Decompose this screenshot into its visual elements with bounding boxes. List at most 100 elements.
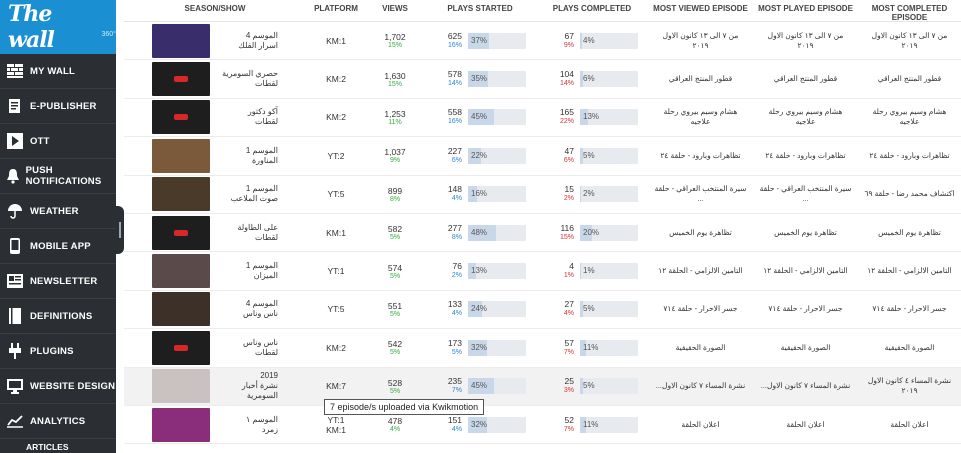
show-thumbnail[interactable] [152,292,210,327]
sidebar-item-analytics[interactable]: ANALYTICS [0,404,116,439]
most-viewed-episode[interactable]: التامين الالزامي - الحلقة ١٢ [648,266,753,276]
show-thumbnail[interactable] [152,177,210,212]
header-most-viewed-episode[interactable]: MOST VIEWED EPISODE [648,0,753,21]
cell-platform: KM:7 [306,381,366,391]
most-played-episode[interactable]: جسر الاحرار - حلقة ٧١٤ [753,304,858,314]
analytics-table: SEASON/SHOW PLATFORM VIEWS PLAYS STARTED… [124,0,961,453]
table-row[interactable]: الموسم 1 صوت الملاعب YT:5 899 8% 148 4% 16% 15 2%… [124,176,961,214]
table-row[interactable]: الموسم 1 المناورة YT:2 1,037 9% 227 6% 22% 47 6% 5… [124,137,961,176]
most-played-episode[interactable]: الصورة الحقيقية [753,343,858,353]
most-played-episode[interactable]: سيرة المنتخب العراقي - حلقة ... [753,184,858,204]
most-viewed-episode[interactable]: جسر الاحرار - حلقة ٧١٤ [648,304,753,314]
header-platform[interactable]: PLATFORM [306,0,366,21]
plays-completed-bar-label: 5% [583,150,595,160]
sidebar-subitem-articles[interactable]: ARTICLES [0,439,116,453]
most-played-episode[interactable]: من ٧ الى ١٣ كانون الاول ٢٠١٩ [753,31,858,51]
plays-completed-bar: 1% [580,263,638,280]
table-row[interactable]: الموسم 4 ناس وناس YT:5 551 5% 133 4% 24% 27 4% 5% ج… [124,291,961,330]
monitor-icon [0,378,30,394]
show-thumbnail[interactable] [152,330,210,365]
sidebar-item-e-publisher[interactable]: E-PUBLISHER [0,89,116,124]
show-thumbnail[interactable] [152,100,210,135]
most-completed-episode[interactable]: قطور المنتج العراقي [858,74,961,84]
most-played-episode[interactable]: اعلان الحلقة [753,420,858,430]
header-season-show[interactable]: SEASON/SHOW [124,0,306,21]
show-name-line: الموسم 4 [245,30,278,40]
most-viewed-episode[interactable]: قطور المنتج العراقي [648,74,753,84]
sidebar-item-definitions[interactable]: DEFINITIONS [0,299,116,334]
table-row[interactable]: ناس وناس لقطات KM:2 542 5% 173 5% 32% 57 7% 11% الص… [124,329,961,368]
plays-started-bar: 45% [468,378,526,395]
header-most-played-episode[interactable]: MOST PLAYED EPISODE [753,0,858,21]
sidebar-item-my-wall[interactable]: MY WALL [0,54,116,89]
header-most-completed-episode[interactable]: MOST COMPLETED EPISODE [858,0,961,22]
show-thumbnail[interactable] [152,254,210,289]
plays-completed-count: 27 [564,299,574,310]
most-played-episode[interactable]: هشام وسيم بيروي رحلة علاجيه [753,107,858,127]
sidebar-item-website-design[interactable]: WEBSITE DESIGN [0,369,116,404]
most-viewed-episode[interactable]: نشرة المساء ٧ كانون الاول... [648,381,753,391]
plays-completed-percent: 4% [563,310,574,318]
most-played-episode[interactable]: تظاهرات وبارود - حلقة ٢٤ [753,151,858,161]
table-row[interactable]: الموسم 4 اسرار الفلك KM:1 1,702 15% 625 16% 37%… [124,22,961,61]
most-played-episode[interactable]: التامين الالزامي - الحلقة ١٢ [753,266,858,276]
most-played-episode[interactable]: قطور المنتج العراقي [753,74,858,84]
table-row[interactable]: الموسم 1 الميزان YT:1 574 5% 76 2% 13% 4 1% 1% التا… [124,252,961,291]
most-viewed-episode[interactable]: تظاهرات وبارود - حلقة ٢٤ [648,151,753,161]
most-completed-episode[interactable]: من ٧ الى ١٣ كانون الاول ٢٠١٩ [858,31,961,51]
show-thumbnail[interactable] [152,407,210,442]
show-thumbnail[interactable] [152,215,210,250]
show-name: 2019 نشرة أخبار السومرية [216,371,278,401]
most-completed-episode[interactable]: تظاهرة يوم الخميس [858,228,961,238]
show-thumbnail[interactable] [152,23,210,58]
channel-logo-icon [174,114,188,121]
header-plays-completed[interactable]: PLAYS COMPLETED [536,0,648,21]
logo[interactable]: The wall 360° [0,0,116,54]
sidebar-item-weather[interactable]: WEATHER [0,194,116,229]
sidebar-item-label: NEWSLETTER [30,275,98,287]
most-viewed-episode[interactable]: سيرة المنتخب العراقي - حلقة ... [648,184,753,204]
sidebar-item-plugins[interactable]: PLUGINS [0,334,116,369]
most-viewed-episode[interactable]: الصورة الحقيقية [648,343,753,353]
show-name-line: الموسم 1 [245,184,278,194]
sidebar-item-mobile-app[interactable]: MOBILE APP [0,229,116,264]
most-viewed-episode[interactable]: هشام وسيم بيروي رحلة علاجيه [648,107,753,127]
most-completed-episode[interactable]: هشام وسيم بيروي رحلة علاجيه [858,107,961,127]
plays-completed-bar-label: 5% [583,381,595,391]
table-row[interactable]: آكو دكتور لقطات KM:2 1,253 11% 558 16% 45% 165 22… [124,99,961,138]
plays-completed-bar-fill [580,263,581,280]
show-thumbnail[interactable] [152,62,210,97]
plays-completed-bar: 5% [580,301,638,318]
most-viewed-episode[interactable]: من ٧ الى ١٣ كانون الاول ٢٠١٩ [648,31,753,51]
table-row[interactable]: حصري السومرية لقطات KM:2 1,630 15% 578 14% 35% 1… [124,60,961,99]
table-row[interactable]: الموسم ١ زمرد YT:1 KM:1 478 4% 151 4% 32% 52 7% 11%… [124,406,961,445]
most-completed-episode[interactable]: نشرة المساء ٤ كانون الاول ٢٠١٩ [858,376,961,396]
sidebar-item-label: E-PUBLISHER [30,100,97,112]
most-played-episode[interactable]: نشرة المساء ٧ كانون الاول... [753,381,858,391]
sidebar-item-ott[interactable]: OTT [0,124,116,159]
plays-completed-numbers: 25 3% [536,376,580,396]
platform-value: YT:1 [327,266,345,277]
plays-started-bar-label: 45% [471,112,488,122]
sidebar-collapse-handle[interactable] [116,206,124,254]
most-completed-episode[interactable]: تظاهرات وبارود - حلقة ٢٤ [858,151,961,161]
table-row[interactable]: 2019 نشرة أخبار السومرية KM:7 528 5% 235 7% 45% 2… [124,367,961,406]
table-row[interactable]: على الطاولة لقطات KM:1 582 5% 277 8% 48% 116 15% 2… [124,214,961,253]
most-completed-episode[interactable]: اعلان الحلقة [858,420,961,430]
most-completed-episode[interactable]: التامين الالزامي - الحلقة ١٢ [858,266,961,276]
most-played-episode[interactable]: تظاهرة يوم الخميس [753,228,858,238]
sidebar-item-newsletter[interactable]: NEWSLETTER [0,264,116,299]
most-completed-episode[interactable]: جسر الاحرار - حلقة ٧١٤ [858,304,961,314]
header-plays-started[interactable]: PLAYS STARTED [424,0,536,21]
most-viewed-episode[interactable]: تظاهرة يوم الخميس [648,228,753,238]
most-viewed-episode[interactable]: اعلان الحلقة [648,420,753,430]
show-thumbnail[interactable] [152,369,210,404]
plays-started-percent: 7% [451,387,462,395]
most-completed-episode[interactable]: اكتشاف محمد رضا - حلقة ٦٩ [858,189,961,199]
sidebar-item-push-notifications[interactable]: PUSH NOTIFICATIONS [0,159,116,194]
show-thumbnail[interactable] [152,138,210,173]
show-name: الموسم ١ زمرد [216,415,278,435]
most-completed-episode[interactable]: الصورة الحقيقية [858,343,961,353]
plays-started-bar-label: 37% [471,35,488,45]
header-views[interactable]: VIEWS [366,0,424,21]
